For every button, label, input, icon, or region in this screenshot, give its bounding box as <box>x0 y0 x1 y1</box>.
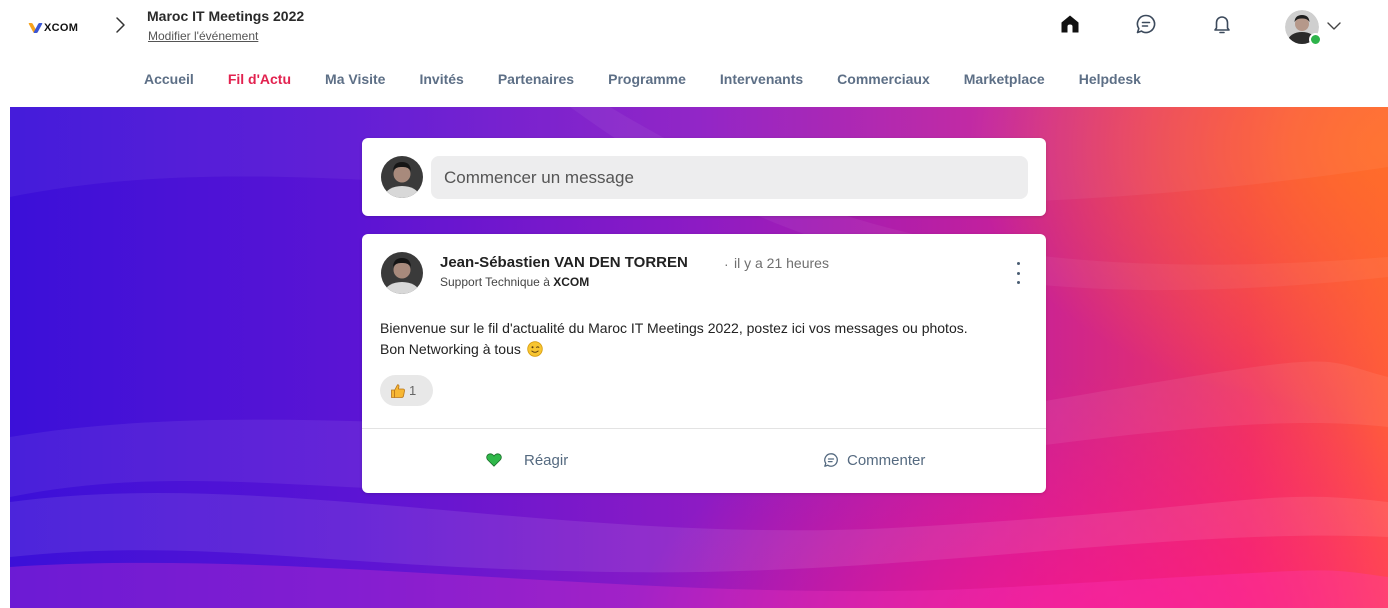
online-status-dot <box>1309 33 1322 46</box>
role-text: Support Technique à <box>440 275 550 289</box>
avatar[interactable] <box>381 156 423 198</box>
post-body-line: Bon Networking à tous <box>380 339 1030 360</box>
xcom-logo-mark-icon <box>30 22 43 35</box>
react-button[interactable]: Réagir <box>486 448 568 472</box>
reaction-summary[interactable]: 1 <box>380 375 433 406</box>
tab-invites[interactable]: Invités <box>419 71 463 91</box>
user-avatar-menu[interactable] <box>1285 10 1322 46</box>
post-card: Jean-Sébastien VAN DEN TORREN · il y a 2… <box>362 234 1046 493</box>
bell-icon <box>1214 16 1230 34</box>
composer-card <box>362 138 1046 216</box>
post-body-line: Bienvenue sur le fil d'actualité du Maro… <box>380 320 968 336</box>
comment-label: Commenter <box>847 451 926 469</box>
post-body: Bienvenue sur le fil d'actualité du Maro… <box>380 318 1030 360</box>
meta-separator: · <box>724 256 729 272</box>
company-name: XCOM <box>553 275 590 289</box>
heart-icon <box>486 453 502 467</box>
messages-button[interactable] <box>1133 11 1159 37</box>
post-options-button[interactable] <box>1008 262 1028 284</box>
more-vertical-icon <box>1016 271 1020 275</box>
reaction-count: 1 <box>409 383 417 398</box>
home-icon <box>1061 15 1079 33</box>
post-author-role: Support Technique à XCOM <box>440 275 589 289</box>
chat-bubble-icon <box>1136 14 1156 34</box>
logo-text: XCOM <box>44 22 79 34</box>
main-nav: Accueil Fil d'Actu Ma Visite Invités Par… <box>144 71 1175 91</box>
tab-marketplace[interactable]: Marketplace <box>964 71 1045 91</box>
new-message-input[interactable] <box>431 156 1028 199</box>
chevron-down-icon[interactable] <box>1326 19 1342 33</box>
comment-icon <box>824 453 838 467</box>
post-body-text: Bon Networking à tous <box>380 341 521 357</box>
tab-accueil[interactable]: Accueil <box>144 71 194 91</box>
post-author-name[interactable]: Jean-Sébastien VAN DEN TORREN <box>440 254 688 271</box>
post-timestamp: il y a 21 heures <box>734 255 829 271</box>
chevron-right-icon <box>116 17 125 33</box>
thumbs-up-icon <box>391 383 405 398</box>
notifications-button[interactable] <box>1209 11 1235 37</box>
tab-programme[interactable]: Programme <box>608 71 686 91</box>
tab-fil-d-actu[interactable]: Fil d'Actu <box>228 71 291 91</box>
user-photo <box>381 156 423 198</box>
comment-button[interactable]: Commenter <box>823 448 925 472</box>
post-divider <box>362 428 1046 429</box>
home-button[interactable] <box>1057 11 1083 37</box>
tab-commerciaux[interactable]: Commerciaux <box>837 71 930 91</box>
more-vertical-icon <box>1016 281 1020 284</box>
tab-ma-visite[interactable]: Ma Visite <box>325 71 385 91</box>
top-header: XCOM Maroc IT Meetings 2022 Modifier l'é… <box>0 0 1388 107</box>
tab-intervenants[interactable]: Intervenants <box>720 71 803 91</box>
xcom-logo[interactable]: XCOM <box>30 20 78 36</box>
tab-helpdesk[interactable]: Helpdesk <box>1079 71 1141 91</box>
author-photo <box>381 252 423 294</box>
more-vertical-icon <box>1016 262 1020 265</box>
tab-partenaires[interactable]: Partenaires <box>498 71 574 91</box>
post-author-avatar[interactable] <box>381 252 423 294</box>
react-label: Réagir <box>524 451 569 469</box>
edit-event-link[interactable]: Modifier l'événement <box>148 29 258 43</box>
wink-emoji-icon <box>527 341 543 357</box>
event-title: Maroc IT Meetings 2022 <box>147 8 305 24</box>
